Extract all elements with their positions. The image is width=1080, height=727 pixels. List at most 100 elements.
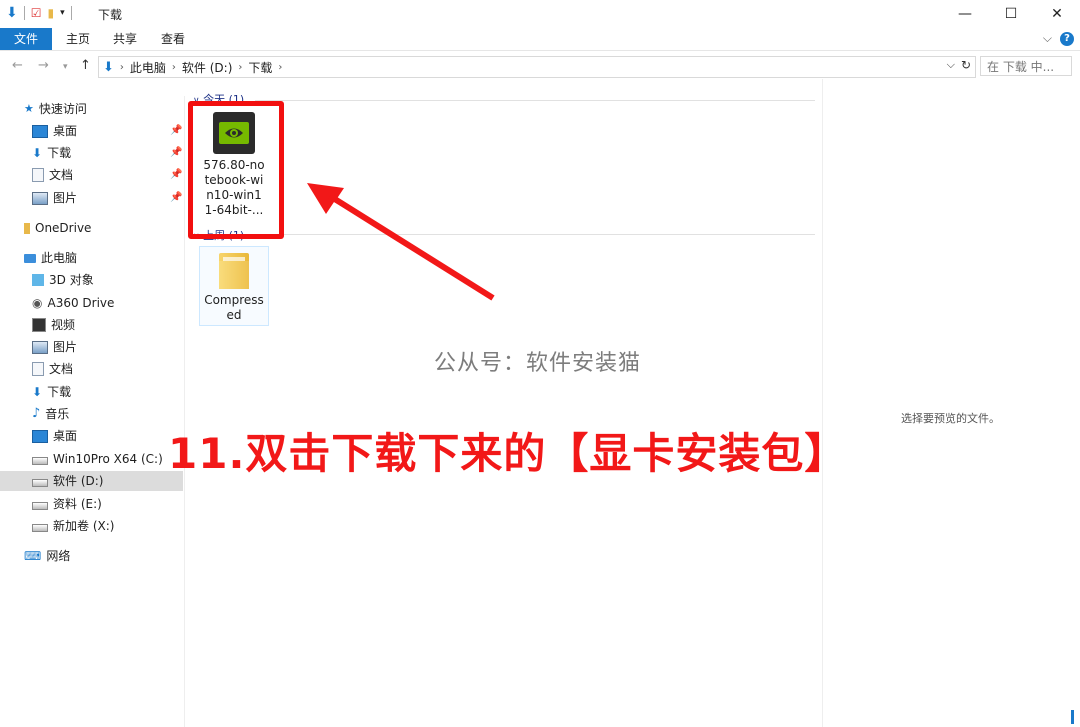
address-bar[interactable]: ⬇ › 此电脑 › 软件 (D:) › 下载 › ⌵ ↻ — [98, 56, 976, 78]
highlight-box — [188, 101, 284, 239]
nav-label: 下载 — [47, 385, 72, 399]
nav-quick-access[interactable]: ★ 快速访问 — [24, 99, 87, 119]
navigation-pane: ★ 快速访问 桌面 📌 ⬇ 下载 📌 文档 📌 图片 📌 OneDrive 此电… — [0, 96, 185, 727]
nav-label: 此电脑 — [41, 251, 78, 265]
new-folder-icon[interactable]: ▮ — [48, 6, 55, 20]
system-drive-icon — [32, 457, 48, 465]
nav-label: 文档 — [49, 362, 74, 376]
pin-icon[interactable]: 📌 — [170, 192, 182, 203]
nav-this-pc[interactable]: 此电脑 — [24, 248, 77, 268]
nav-quick-pictures[interactable]: 图片 — [32, 188, 77, 208]
nav-label: 快速访问 — [38, 102, 87, 116]
nav-downloads[interactable]: ⬇ 下载 — [32, 382, 71, 402]
tab-home[interactable]: 主页 — [52, 28, 104, 50]
help-icon[interactable]: ? — [1060, 31, 1074, 46]
tab-file[interactable]: 文件 — [0, 28, 52, 50]
nav-drive-e[interactable]: 资料 (E:) — [32, 494, 102, 514]
customize-qat-icon[interactable]: ▾ — [60, 8, 65, 18]
star-icon: ★ — [24, 102, 34, 115]
close-button[interactable]: ✕ — [1034, 0, 1080, 28]
separator — [70, 6, 72, 20]
music-icon: ♪ — [32, 406, 41, 421]
nav-label: 音乐 — [45, 407, 70, 421]
chevron-right-icon[interactable]: › — [278, 62, 282, 73]
download-icon: ⬇ — [32, 385, 43, 399]
back-icon[interactable]: ← — [12, 58, 23, 73]
chevron-right-icon[interactable]: › — [238, 62, 242, 73]
drive-icon — [32, 502, 48, 510]
nav-label: 图片 — [53, 340, 78, 354]
nav-label: Win10Pro X64 (C:) — [53, 452, 163, 466]
nav-label: 下载 — [47, 146, 72, 160]
file-name-line: Compress — [204, 293, 264, 307]
download-arrow-icon[interactable]: ⬇ — [6, 5, 18, 21]
pin-icon[interactable]: 📌 — [170, 147, 182, 158]
nav-drive-x[interactable]: 新加卷 (X:) — [32, 516, 114, 536]
nav-desktop[interactable]: 桌面 — [32, 426, 77, 446]
nav-label: 网络 — [46, 549, 71, 563]
nav-label: 文档 — [49, 168, 74, 182]
nav-videos[interactable]: 视频 — [32, 315, 75, 335]
maximize-button[interactable]: ☐ — [988, 0, 1034, 28]
pictures-icon — [32, 191, 48, 205]
watermark-text: 公从号：软件安装猫 — [434, 351, 642, 376]
nav-drive-c[interactable]: Win10Pro X64 (C:) — [32, 449, 163, 469]
drive-icon — [32, 479, 48, 487]
resize-grip[interactable] — [1071, 710, 1074, 724]
address-history-icon[interactable]: ⌵ — [947, 58, 955, 72]
nav-drive-d[interactable]: 软件 (D:) — [0, 471, 183, 491]
nav-label: 桌面 — [53, 124, 78, 138]
breadcrumb-this-pc[interactable]: 此电脑 — [130, 59, 166, 76]
desktop-icon — [32, 429, 48, 443]
pin-icon[interactable]: 📌 — [170, 125, 182, 136]
nav-network[interactable]: ⌨ 网络 — [24, 546, 70, 566]
nav-label: 资料 (E:) — [53, 497, 102, 511]
address-row: ← → ▾ ↑ ⬇ › 此电脑 › 软件 (D:) › 下载 › ⌵ ↻ 在 下… — [0, 55, 1080, 79]
nav-quick-desktop[interactable]: 桌面 — [32, 121, 77, 141]
group-divider — [255, 234, 815, 235]
tab-share[interactable]: 共享 — [99, 28, 151, 50]
forward-icon[interactable]: → — [38, 58, 49, 73]
properties-icon[interactable]: ☑ — [31, 6, 42, 20]
search-input[interactable]: 在 下载 中... — [980, 56, 1072, 76]
tab-view[interactable]: 查看 — [147, 28, 199, 50]
window-title: 下载 — [98, 8, 123, 22]
file-name-line: ed — [226, 308, 242, 322]
chevron-right-icon[interactable]: › — [172, 62, 176, 73]
network-icon: ⌨ — [24, 549, 42, 563]
ribbon: 文件 主页 共享 查看 ⌵ ? — [0, 28, 1080, 51]
nav-3d-objects[interactable]: 3D 对象 — [32, 270, 94, 290]
preview-empty-text: 选择要预览的文件。 — [901, 412, 1000, 425]
group-divider — [255, 100, 815, 101]
refresh-icon[interactable]: ↻ — [961, 58, 971, 72]
nav-label: 图片 — [53, 191, 78, 205]
breadcrumb-drive-d[interactable]: 软件 (D:) — [182, 59, 232, 76]
pictures-icon — [32, 340, 48, 354]
document-icon — [32, 168, 44, 182]
breadcrumb-downloads[interactable]: 下载 — [248, 59, 272, 76]
nav-onedrive[interactable]: OneDrive — [24, 218, 91, 238]
nav-music[interactable]: ♪ 音乐 — [32, 404, 69, 424]
recent-locations-icon[interactable]: ▾ — [63, 62, 68, 72]
chevron-right-icon[interactable]: › — [120, 62, 124, 73]
up-icon[interactable]: ↑ — [80, 58, 91, 73]
pin-icon[interactable]: 📌 — [170, 169, 182, 180]
expand-ribbon-icon[interactable]: ⌵ — [1043, 31, 1052, 46]
nav-a360-drive[interactable]: ◉ A360 Drive — [32, 293, 114, 313]
title-bar: ⬇ ☑ ▮ ▾ 下载 — ☐ ✕ — [0, 0, 1080, 28]
nav-label: 视频 — [51, 318, 76, 332]
nav-pictures[interactable]: 图片 — [32, 337, 77, 357]
nav-quick-documents[interactable]: 文档 — [32, 165, 73, 185]
nav-quick-downloads[interactable]: ⬇ 下载 — [32, 143, 71, 163]
a360-drive-icon: ◉ — [32, 296, 43, 310]
nav-documents[interactable]: 文档 — [32, 359, 73, 379]
onedrive-folder-icon — [24, 222, 30, 234]
folder-compressed[interactable]: Compress ed — [199, 246, 269, 326]
download-icon: ⬇ — [32, 146, 43, 160]
instruction-caption: 11.双击下载下来的【显卡安装包】 — [168, 429, 848, 478]
video-icon — [32, 318, 46, 332]
minimize-button[interactable]: — — [942, 0, 988, 28]
folder-icon — [219, 253, 249, 289]
desktop-icon — [32, 124, 48, 138]
preview-pane: 选择要预览的文件。 — [822, 79, 1080, 727]
